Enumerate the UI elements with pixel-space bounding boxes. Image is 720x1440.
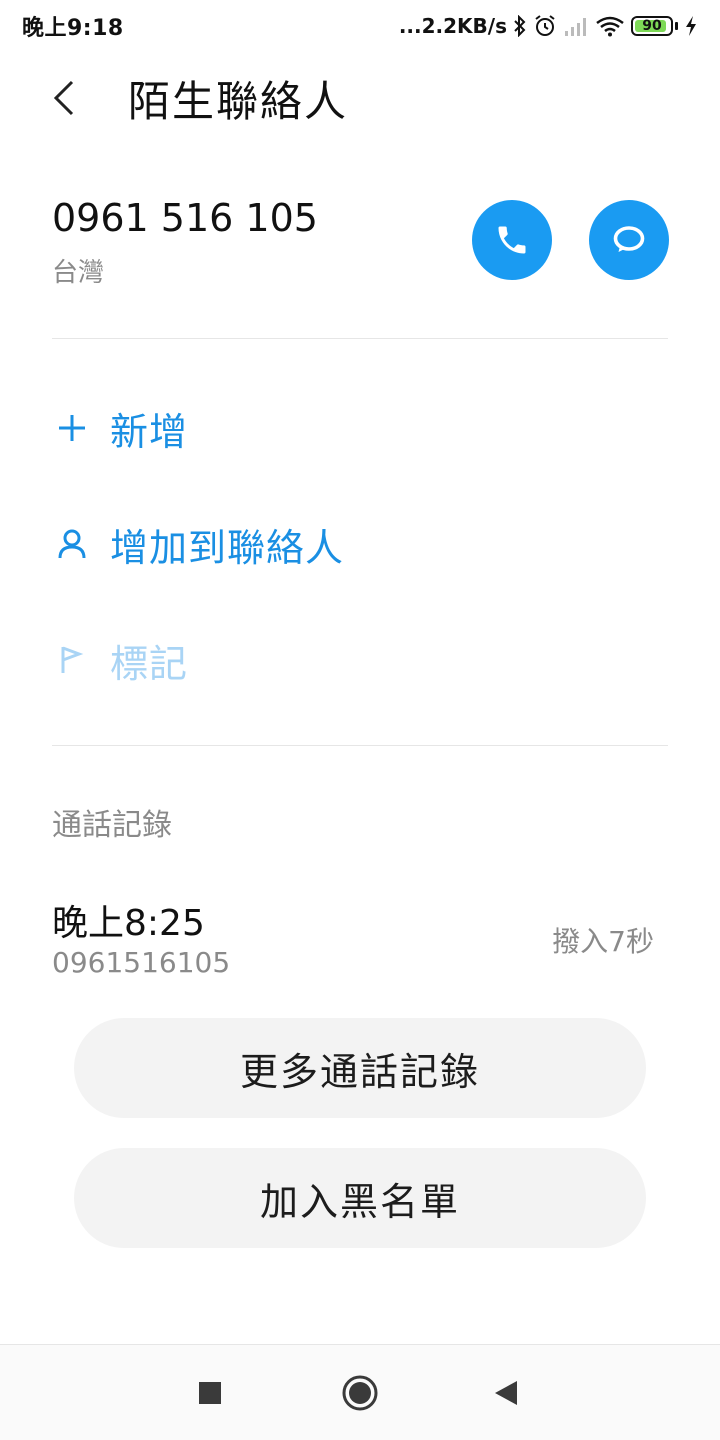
back-icon — [495, 1381, 517, 1405]
navigation-bar — [0, 1344, 720, 1440]
phone-number: 0961 516 105 — [52, 196, 318, 240]
action-add-to-contacts[interactable]: 增加到聯絡人 — [52, 514, 344, 574]
home-icon — [342, 1375, 378, 1411]
add-to-blacklist-button[interactable]: 加入黑名單 — [74, 1148, 646, 1248]
action-label: 新增 — [110, 409, 189, 454]
alarm-icon — [533, 14, 557, 38]
divider — [52, 338, 668, 339]
contact-summary: 0961 516 105 台灣 — [52, 196, 672, 296]
region-label: 台灣 — [52, 258, 105, 288]
call-log-title: 通話記錄 — [52, 808, 172, 843]
chevron-left-icon — [53, 80, 74, 116]
battery-cap — [675, 22, 678, 30]
battery-icon: 90 — [631, 16, 673, 36]
status-time: 晚上9:18 — [22, 16, 124, 41]
header: 陌生聯絡人 — [0, 52, 720, 148]
message-button[interactable] — [589, 200, 669, 280]
wifi-icon — [595, 15, 625, 37]
recent-apps-button[interactable] — [184, 1367, 236, 1419]
status-icons: ...2.2KB/s 90 — [399, 14, 698, 38]
phone-icon — [498, 226, 526, 254]
flag-icon — [52, 640, 92, 680]
person-icon — [52, 524, 92, 564]
call-log-entry[interactable]: 晚上8:25 0961516105 撥入7秒 — [52, 890, 662, 986]
recent-apps-icon — [199, 1382, 221, 1404]
more-call-log-button[interactable]: 更多通話記錄 — [74, 1018, 646, 1118]
action-label: 增加到聯絡人 — [110, 525, 345, 570]
battery-level: 90 — [642, 18, 662, 34]
call-button[interactable] — [472, 200, 552, 280]
home-button[interactable] — [334, 1367, 386, 1419]
message-icon — [613, 226, 645, 252]
action-mark[interactable]: 標記 — [52, 630, 188, 690]
call-number: 0961516105 — [52, 946, 231, 979]
action-add[interactable]: 新增 — [52, 398, 188, 458]
nav-back-button[interactable] — [480, 1367, 532, 1419]
charging-icon — [684, 15, 698, 37]
plus-icon — [52, 408, 92, 448]
signal-icon — [563, 15, 589, 37]
action-label: 標記 — [110, 641, 189, 686]
call-type: 撥入7秒 — [552, 925, 654, 958]
status-bar: 晚上9:18 ...2.2KB/s 90 — [0, 0, 720, 52]
bluetooth-icon — [513, 15, 527, 37]
call-time: 晚上8:25 — [52, 903, 205, 944]
divider — [52, 745, 668, 746]
page-title: 陌生聯絡人 — [128, 77, 349, 126]
back-button[interactable] — [40, 72, 88, 124]
network-speed: ...2.2KB/s — [398, 14, 507, 38]
